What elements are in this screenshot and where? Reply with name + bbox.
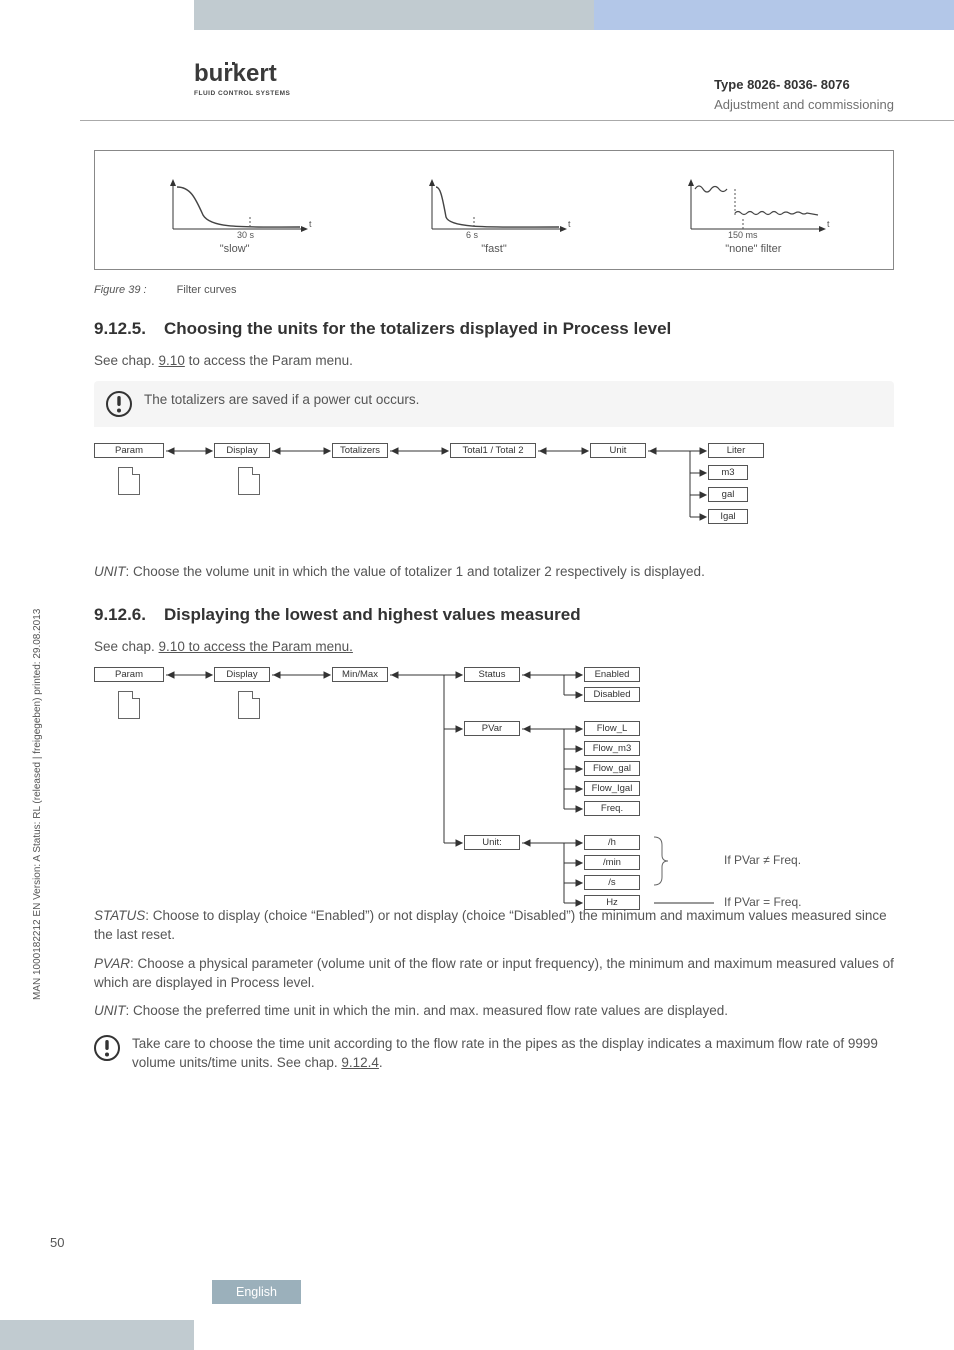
see-chap-6: See chap. 9.10 to access the Param menu. xyxy=(94,638,894,657)
unit-desc-6: UNIT: Choose the preferred time unit in … xyxy=(94,1002,894,1021)
pvar-desc: PVAR: Choose a physical parameter (volum… xyxy=(94,955,894,993)
logo-subtitle: FLUID CONTROL SYSTEMS xyxy=(194,90,290,97)
curve-slow-label: "slow" xyxy=(155,243,315,255)
svg-text:150 ms: 150 ms xyxy=(728,230,758,239)
heading-9-12-5: 9.12.5.Choosing the units for the totali… xyxy=(94,318,894,340)
curve-fast: t 6 s xyxy=(414,177,574,239)
notice-totalizers: The totalizers are saved if a power cut … xyxy=(94,381,894,427)
curve-fast-label: "fast" xyxy=(414,243,574,255)
figure-box: t 30 s "slow" t 6 s "fast" xyxy=(94,150,894,270)
curve-slow: t 30 s xyxy=(155,177,315,239)
doc-type: Type 8026- 8036- 8076 xyxy=(714,75,894,95)
doc-subtitle: Adjustment and commissioning xyxy=(714,95,894,115)
svg-text:30 s: 30 s xyxy=(237,230,255,239)
flow-diagram-units: Param Display Totalizers Total1 / Total … xyxy=(94,443,894,553)
svg-text:t: t xyxy=(309,219,312,229)
svg-text:burkert: burkert xyxy=(194,60,277,87)
unit-desc-5: UNIT: Choose the volume unit in which th… xyxy=(94,563,894,582)
page-number: 50 xyxy=(50,1235,64,1250)
logo: burkert FLUID CONTROL SYSTEMS xyxy=(194,60,290,97)
language-tab: English xyxy=(212,1280,301,1304)
flow-diagram-minmax: Param Display Min/Max Status Enabled Dis… xyxy=(94,667,894,897)
notice-time-unit: Take care to choose the time unit accord… xyxy=(94,1031,894,1077)
figure-caption: Figure 39 :Filter curves xyxy=(94,284,894,296)
see-chap-5: See chap. 9.10 to access the Param menu. xyxy=(94,352,894,371)
svg-text:6 s: 6 s xyxy=(466,230,479,239)
warning-icon xyxy=(106,391,132,417)
heading-9-12-6: 9.12.6.Displaying the lowest and highest… xyxy=(94,604,894,626)
side-version-text: MAN 1000182212 EN Version: A Status: RL … xyxy=(32,609,43,1000)
warning-icon xyxy=(94,1035,120,1061)
curve-none-label: "none" filter xyxy=(673,243,833,255)
svg-text:t: t xyxy=(568,219,571,229)
svg-text:t: t xyxy=(827,219,830,229)
curve-none: t 150 ms xyxy=(673,177,833,239)
